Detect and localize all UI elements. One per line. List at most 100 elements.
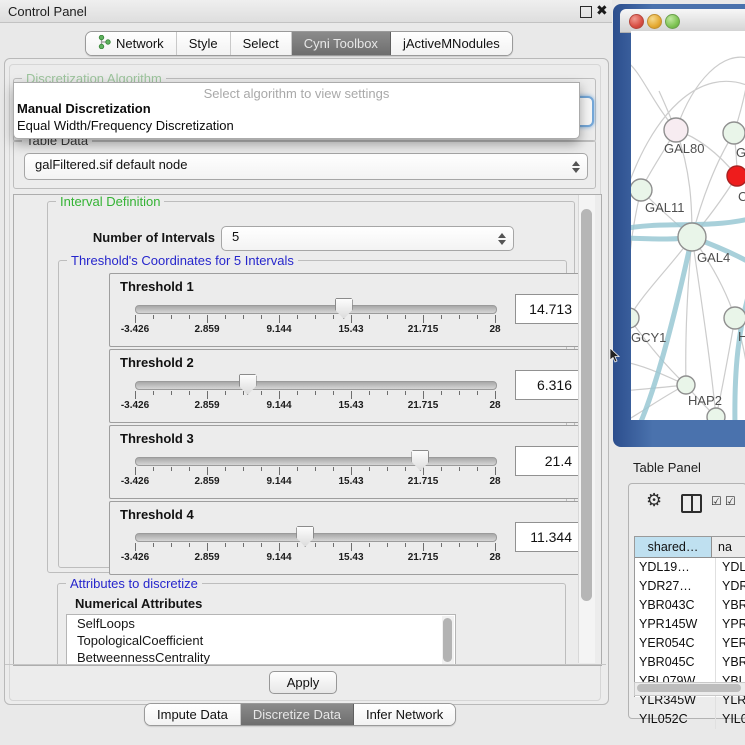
combo-arrows-icon: [498, 233, 506, 245]
threshold-3-label: Threshold 3: [120, 431, 194, 446]
bottom-tab-bar: Impute Data Discretize Data Infer Network: [144, 703, 456, 726]
application-root: Control Panel ✖ Network Style SelectCyni T…: [0, 0, 745, 745]
algorithm-dropdown-popup: Select algorithm to view settings Manual…: [13, 82, 580, 139]
tab-network[interactable]: Network: [86, 32, 177, 55]
table-toolbar: ⚙ ☑ ☑: [629, 484, 745, 524]
thresholds-group: Threshold's Coordinates for 5 Intervals …: [58, 260, 567, 568]
attribute-item-topologicalcoefficient[interactable]: TopologicalCoefficient: [67, 632, 455, 649]
cell-name[interactable]: YDR2: [716, 577, 745, 596]
node-label-hap2: HAP2: [688, 393, 722, 408]
network-node-gal80[interactable]: [664, 118, 688, 142]
cell-shared-name[interactable]: YBR043C: [635, 596, 716, 615]
scrollbar-thumb[interactable]: [581, 209, 592, 601]
numerical-attributes-list[interactable]: SelfLoopsTopologicalCoefficientBetweenne…: [66, 614, 456, 666]
checkbox-icon[interactable]: ☑: [725, 494, 736, 508]
attributes-group-label: Attributes to discretize: [66, 576, 202, 591]
node-label-gal11: GAL11: [645, 200, 685, 215]
table-data-combobox[interactable]: galFiltered.sif default node: [24, 153, 588, 180]
threshold-4-slider-track[interactable]: [135, 533, 497, 542]
network-canvas[interactable]: GAL80GACGAL11GAL4GCY1HHAP2: [631, 31, 745, 420]
tab-select[interactable]: Select: [231, 32, 292, 55]
table-row[interactable]: YER054CYER0: [635, 634, 745, 653]
table-row[interactable]: YDR27…YDR2: [635, 577, 745, 596]
settings-gear-icon[interactable]: ⚙: [646, 490, 662, 511]
threshold-1-slider-track[interactable]: [135, 305, 497, 314]
float-window-icon[interactable]: [580, 6, 592, 18]
algorithm-option-manual-discretization[interactable]: Manual Discretization: [17, 101, 151, 116]
table-row[interactable]: YBR045CYBR0: [635, 653, 745, 672]
network-node-ga[interactable]: [723, 122, 745, 144]
network-window-titlebar[interactable]: [620, 9, 745, 33]
minimize-traffic-light[interactable]: [647, 14, 662, 29]
cell-shared-name[interactable]: YBR045C: [635, 653, 716, 672]
cell-name[interactable]: YER0: [716, 634, 745, 653]
network-node-gal4[interactable]: [678, 223, 706, 251]
threshold-2-slider-track[interactable]: [135, 381, 497, 390]
checkbox-icon[interactable]: ☑: [711, 494, 722, 508]
tab-style[interactable]: Style: [177, 32, 231, 55]
cell-shared-name[interactable]: YIL052C: [635, 710, 716, 729]
cell-shared-name[interactable]: YDL19…: [635, 558, 716, 577]
list-scrollbar[interactable]: [442, 616, 454, 666]
table-row[interactable]: YPR145WYPR1: [635, 615, 745, 634]
settings-scrollbar[interactable]: [578, 195, 595, 663]
cell-name[interactable]: YDL1: [716, 558, 745, 577]
cell-shared-name[interactable]: YDR27…: [635, 577, 716, 596]
cell-name[interactable]: YBR0: [716, 596, 745, 615]
column-header-name[interactable]: na: [712, 537, 745, 557]
tab-cyni-toolbox[interactable]: Cyni Toolbox: [292, 32, 391, 55]
split-columns-icon[interactable]: [681, 494, 702, 513]
cell-name[interactable]: YPR1: [716, 615, 745, 634]
slider-ticks: [135, 543, 495, 552]
slider-tick-labels: -3.4262.8599.14415.4321.71528: [135, 324, 495, 336]
tab-infer-network[interactable]: Infer Network: [354, 704, 455, 725]
top-tab-bar: Network Style SelectCyni ToolboxjActiveMNo…: [85, 31, 513, 56]
slider-tick-labels: -3.4262.8599.14415.4321.71528: [135, 476, 495, 488]
algorithm-option-equal-width-frequency-discretization[interactable]: Equal Width/Frequency Discretization: [17, 118, 234, 133]
tab-impute-data[interactable]: Impute Data: [145, 704, 241, 725]
attribute-item-selfloops[interactable]: SelfLoops: [67, 615, 455, 632]
tab-label: Infer Network: [366, 707, 443, 722]
threshold-1-value-field[interactable]: 14.713: [515, 294, 579, 324]
threshold-3-value-field[interactable]: 21.4: [515, 446, 579, 476]
tab-jactivemnodules[interactable]: jActiveMNodules: [391, 32, 512, 55]
node-label-h: H: [738, 329, 745, 344]
cell-name[interactable]: YIL0: [716, 710, 745, 729]
network-nodes[interactable]: [631, 118, 745, 420]
close-traffic-light[interactable]: [629, 14, 644, 29]
network-node-c[interactable]: [727, 166, 745, 186]
tab-label: Style: [189, 36, 218, 51]
number-of-intervals-combobox[interactable]: 5: [221, 226, 514, 251]
threshold-3-slider-track[interactable]: [135, 457, 497, 466]
table-horizontal-scrollbar[interactable]: [634, 682, 745, 696]
threshold-4-value-field[interactable]: 11.344: [515, 522, 579, 552]
node-label-gal4: GAL4: [697, 250, 730, 265]
node-label-ga: GA: [736, 145, 745, 160]
apply-button[interactable]: Apply: [269, 671, 337, 694]
cell-shared-name[interactable]: YER054C: [635, 634, 716, 653]
network-node-gcy1[interactable]: [631, 308, 639, 328]
table-row[interactable]: YIL052CYIL0: [635, 710, 745, 729]
network-node-hap2[interactable]: [677, 376, 695, 394]
network-node-gal11[interactable]: [631, 179, 652, 201]
close-icon[interactable]: ✖: [596, 2, 608, 19]
algorithm-placeholder-item: Select algorithm to view settings: [14, 86, 579, 101]
table-row[interactable]: YDL19…YDL1: [635, 558, 745, 577]
cell-name[interactable]: YBR0: [716, 653, 745, 672]
network-node-h[interactable]: [724, 307, 745, 329]
zoom-traffic-light[interactable]: [665, 14, 680, 29]
table-row[interactable]: YBR043CYBR0: [635, 596, 745, 615]
network-node[interactable]: [707, 408, 725, 420]
slider-tick-labels: -3.4262.8599.14415.4321.71528: [135, 400, 495, 412]
threshold-4-panel: Threshold 4-3.4262.8599.14415.4321.71528…: [109, 501, 584, 575]
tab-label: Impute Data: [157, 707, 228, 722]
panel-title: Control Panel: [8, 4, 87, 19]
cell-shared-name[interactable]: YPR145W: [635, 615, 716, 634]
threshold-2-value-field[interactable]: 6.316: [515, 370, 579, 400]
network-graph: GAL80GACGAL11GAL4GCY1HHAP2: [631, 31, 745, 420]
threshold-3-panel: Threshold 3 -3.4262.8599.14415.4321.71528…: [109, 425, 584, 499]
table-panel-title: Table Panel: [633, 460, 701, 475]
tab-discretize-data[interactable]: Discretize Data: [241, 704, 354, 725]
tab-label: Discretize Data: [253, 707, 341, 722]
column-header-shared-name[interactable]: shared…: [635, 537, 712, 557]
